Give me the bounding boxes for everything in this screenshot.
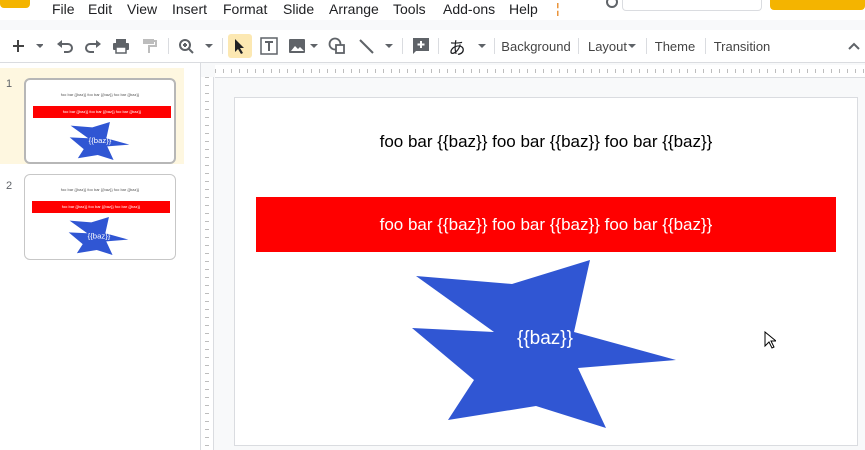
input-tools-icon: あ	[448, 38, 466, 58]
slide-title-text[interactable]: foo bar {{baz}} foo bar {{baz}} foo bar …	[235, 132, 857, 152]
text-box-tool[interactable]	[258, 34, 280, 58]
slide-thumbnail[interactable]: foo bar {{baz}} foo bar {{baz}} foo bar …	[24, 174, 176, 260]
menu-view[interactable]: View	[127, 1, 157, 17]
last-edit-indicator[interactable]: ¦	[556, 0, 560, 16]
select-tool[interactable]	[228, 34, 252, 58]
thumb-red-box: foo bar {{baz}} foo bar {{baz}} foo bar …	[33, 106, 171, 118]
zoom-button[interactable]	[176, 34, 216, 58]
menu-insert[interactable]: Insert	[172, 1, 207, 17]
menu-slide[interactable]: Slide	[283, 1, 314, 17]
thumb-red-box: foo bar {{baz}} foo bar {{baz}} foo bar …	[32, 201, 170, 213]
filmstrip-scrollbar[interactable]	[184, 63, 200, 450]
horizontal-ruler	[215, 65, 865, 78]
toolbar-separator	[646, 38, 647, 54]
thumb-star-label: {{baz}}	[88, 231, 111, 240]
undo-button[interactable]	[54, 34, 76, 58]
thumb-title: foo bar {{baz}} foo bar {{baz}} foo bar …	[60, 92, 140, 97]
share-button[interactable]	[770, 0, 865, 10]
thumb-star-shape: {{baz}}	[69, 122, 130, 160]
slides-logo-icon[interactable]	[0, 0, 30, 8]
toolbar-separator	[705, 38, 706, 54]
image-tool[interactable]	[286, 34, 320, 58]
print-button[interactable]	[110, 34, 132, 58]
menu-addons[interactable]: Add-ons	[443, 1, 495, 17]
collapse-toolbar-button[interactable]	[845, 34, 863, 58]
filmstrip-slide-1[interactable]: 1 foo bar {{baz}} foo bar {{baz}} foo ba…	[0, 68, 184, 164]
image-icon	[289, 39, 318, 53]
menu-arrange[interactable]: Arrange	[329, 1, 379, 17]
mouse-pointer-icon	[764, 331, 776, 349]
chevron-up-icon	[848, 42, 860, 50]
star-shape[interactable]	[412, 260, 680, 428]
plus-icon	[13, 40, 43, 52]
redo-button[interactable]	[82, 34, 104, 58]
layout-label: Layout	[587, 38, 628, 54]
chevron-down-icon	[628, 44, 637, 48]
paint-format-button[interactable]	[138, 34, 160, 58]
cursor-arrow-icon	[235, 39, 244, 54]
add-comment-button[interactable]	[410, 34, 432, 58]
menu-file[interactable]: File	[52, 1, 75, 17]
zoom-icon	[179, 39, 213, 54]
search-icon[interactable]	[606, 0, 618, 8]
slide-number: 1	[6, 78, 13, 90]
menu-edit[interactable]: Edit	[88, 1, 112, 17]
filmstrip-slide-2[interactable]: 2 foo bar {{baz}} foo bar {{baz}} foo ba…	[0, 170, 184, 266]
toolbar-separator	[578, 38, 579, 54]
shape-tool[interactable]	[326, 34, 348, 58]
shape-icon	[328, 37, 345, 54]
text-box-icon	[260, 37, 278, 55]
paint-roller-icon	[143, 39, 157, 53]
toolbar-separator	[494, 38, 495, 54]
menu-tools[interactable]: Tools	[393, 1, 426, 17]
chevron-down-icon	[477, 44, 486, 48]
theme-label: Theme	[654, 38, 696, 54]
transition-label: Transition	[713, 38, 771, 54]
thumb-star-shape: {{baz}}	[68, 217, 129, 255]
background-button[interactable]: Background	[500, 34, 572, 58]
menu-bar: File Edit View Insert Format Slide Arran…	[0, 0, 865, 20]
print-icon	[113, 39, 129, 54]
toolbar-separator	[438, 38, 439, 54]
slide-filmstrip: 1 foo bar {{baz}} foo bar {{baz}} foo ba…	[0, 63, 201, 450]
line-tool[interactable]	[356, 34, 396, 58]
vertical-ruler	[201, 77, 214, 450]
thumb-star-label: {{baz}}	[89, 136, 112, 145]
toolbar-separator	[222, 38, 223, 54]
slide-canvas[interactable]: foo bar {{baz}} foo bar {{baz}} foo bar …	[234, 97, 858, 446]
line-icon	[359, 39, 393, 54]
layout-button[interactable]: Layout	[584, 34, 640, 58]
transition-button[interactable]: Transition	[711, 34, 773, 58]
present-button[interactable]	[622, 0, 762, 11]
redo-icon	[85, 40, 101, 53]
toolbar-separator	[168, 38, 169, 54]
background-label: Background	[501, 38, 571, 54]
add-comment-icon	[413, 38, 429, 54]
menu-help[interactable]: Help	[509, 1, 538, 17]
red-text-box[interactable]: foo bar {{baz}} foo bar {{baz}} foo bar …	[256, 197, 836, 252]
input-tools-button[interactable]: あ	[446, 34, 488, 58]
menu-format[interactable]: Format	[223, 1, 267, 17]
undo-icon	[57, 40, 73, 53]
slide-number: 2	[6, 180, 13, 192]
theme-button[interactable]: Theme	[652, 34, 698, 58]
slide-thumbnail[interactable]: foo bar {{baz}} foo bar {{baz}} foo bar …	[24, 78, 176, 164]
toolbar: あ Background Layout Theme Transition	[0, 30, 865, 63]
thumb-title: foo bar {{baz}} foo bar {{baz}} foo bar …	[60, 187, 140, 192]
new-slide-button[interactable]	[8, 34, 48, 58]
toolbar-separator	[402, 38, 403, 54]
